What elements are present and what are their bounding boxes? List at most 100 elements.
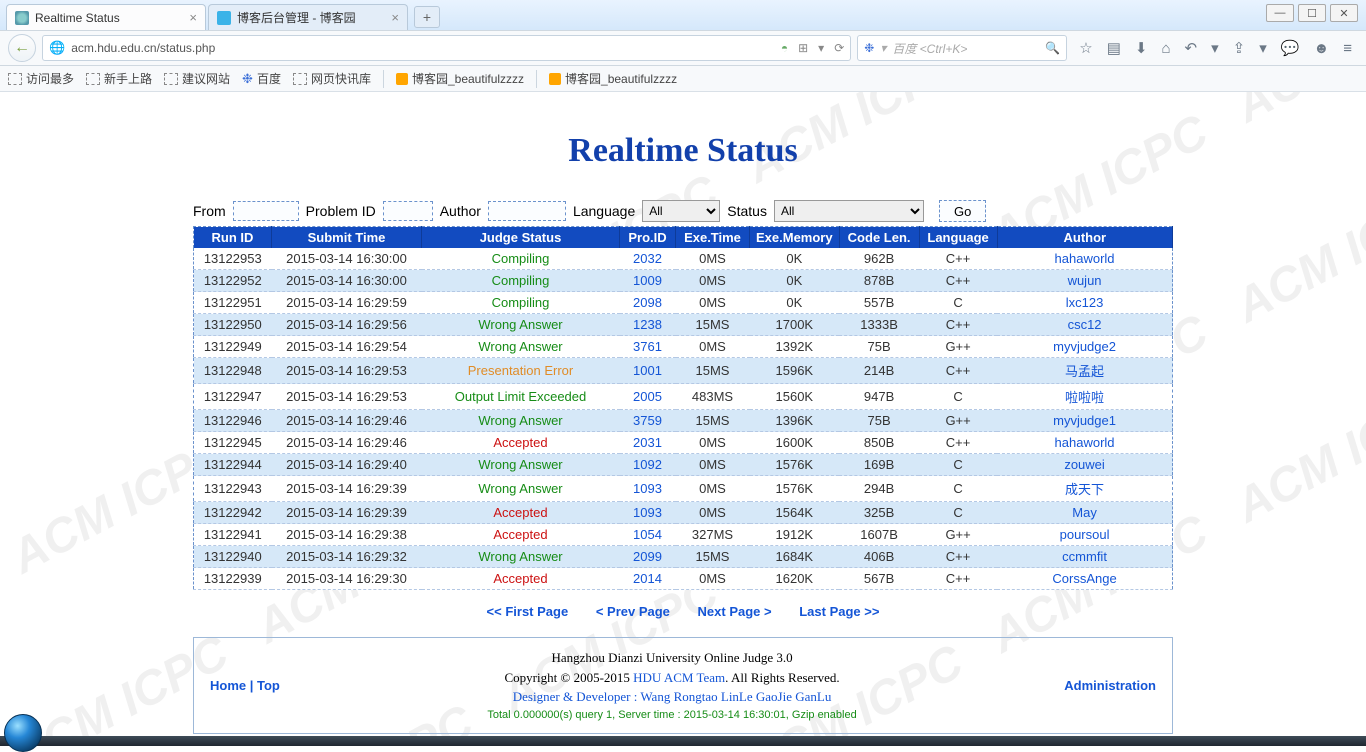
cell-author[interactable]: hahaworld — [997, 432, 1172, 454]
problemid-input[interactable] — [383, 201, 433, 221]
chevron-down-icon[interactable]: ▾ — [1259, 39, 1267, 57]
bookmark-getting-started[interactable]: 新手上路 — [86, 70, 152, 87]
undo-icon[interactable]: ↶ — [1185, 39, 1198, 57]
author-input[interactable] — [488, 201, 566, 221]
cell-author[interactable]: 成天下 — [997, 476, 1172, 502]
menu-icon[interactable]: ≡ — [1343, 40, 1352, 57]
cell-problem-id[interactable]: 2098 — [620, 292, 676, 314]
cell-problem-id[interactable]: 1093 — [620, 476, 676, 502]
tab-cnblogs-admin[interactable]: 博客后台管理 - 博客园 × — [208, 4, 408, 30]
cell-author[interactable]: myvjudge1 — [997, 410, 1172, 432]
back-button[interactable]: ← — [8, 34, 36, 62]
search-box[interactable]: ❉ ▾ 百度 <Ctrl+K> 🔍 — [857, 35, 1067, 61]
cell-problem-id[interactable]: 2005 — [620, 384, 676, 410]
bookmark-cnblogs-1[interactable]: 博客园_beautifulzzzz — [396, 70, 524, 87]
footer-home-link[interactable]: Home | Top — [210, 678, 280, 693]
pager: << First Page < Prev Page Next Page > La… — [193, 590, 1173, 633]
cell-problem-id[interactable]: 2032 — [620, 248, 676, 270]
cell-judge-status: Compiling — [422, 248, 620, 270]
bookmark-most-visited[interactable]: 访问最多 — [8, 70, 74, 87]
language-select[interactable]: All — [642, 200, 720, 222]
tab-realtime-status[interactable]: Realtime Status × — [6, 4, 206, 30]
cell-problem-id[interactable]: 1009 — [620, 270, 676, 292]
cell-author[interactable]: 啦啦啦 — [997, 384, 1172, 410]
readlist-icon[interactable]: ▤ — [1107, 39, 1121, 57]
share-icon[interactable]: ⇪ — [1233, 39, 1246, 57]
home-icon[interactable]: ⌂ — [1161, 40, 1170, 57]
search-icon[interactable]: 🔍 — [1045, 41, 1060, 55]
window-maximize-button[interactable]: ☐ — [1298, 4, 1326, 22]
cell-author[interactable]: hahaworld — [997, 248, 1172, 270]
feedback-icon[interactable]: ☻ — [1313, 40, 1329, 57]
chat-icon[interactable]: 💬 — [1281, 39, 1300, 57]
cell-judge-status: Compiling — [422, 292, 620, 314]
cell-author[interactable]: ccmmfit — [997, 546, 1172, 568]
close-icon[interactable]: × — [189, 10, 197, 25]
go-button[interactable]: Go — [939, 200, 986, 222]
bookmark-suggested[interactable]: 建议网站 — [164, 70, 230, 87]
cell-author[interactable]: poursoul — [997, 524, 1172, 546]
cell-problem-id[interactable]: 1093 — [620, 502, 676, 524]
new-tab-button[interactable]: + — [414, 6, 440, 28]
close-icon[interactable]: × — [391, 10, 399, 25]
separator — [383, 70, 384, 88]
cell-author[interactable]: csc12 — [997, 314, 1172, 336]
cell-language: G++ — [919, 410, 997, 432]
cell-code-len: 1607B — [839, 524, 919, 546]
window-minimize-button[interactable]: — — [1266, 4, 1294, 22]
bookmark-star-icon[interactable]: ☆ — [1079, 39, 1092, 57]
cell-language: C++ — [919, 314, 997, 336]
bookmark-cnblogs-2[interactable]: 博客园_beautifulzzzz — [549, 70, 677, 87]
cell-language: C++ — [919, 568, 997, 590]
dropdown-icon[interactable]: ▾ — [818, 41, 824, 55]
cell-problem-id[interactable]: 3761 — [620, 336, 676, 358]
cell-exe-memory: 1700K — [750, 314, 840, 336]
folder-icon — [8, 73, 22, 85]
cell-submit-time: 2015-03-14 16:29:40 — [272, 454, 422, 476]
chevron-down-icon[interactable]: ▾ — [1211, 39, 1219, 57]
cell-runid: 13122953 — [194, 248, 272, 270]
cell-submit-time: 2015-03-14 16:29:59 — [272, 292, 422, 314]
cell-author[interactable]: wujun — [997, 270, 1172, 292]
cell-problem-id[interactable]: 1238 — [620, 314, 676, 336]
footer-team-link[interactable]: HDU ACM Team — [633, 670, 725, 685]
status-select[interactable]: All — [774, 200, 924, 222]
cell-problem-id[interactable]: 1001 — [620, 358, 676, 384]
first-page-link[interactable]: << First Page — [487, 604, 569, 619]
footer-designer-prefix: Designer & Developer : — [513, 689, 641, 704]
start-button[interactable] — [4, 714, 42, 752]
cell-language: C — [919, 476, 997, 502]
from-input[interactable] — [233, 201, 299, 221]
cell-problem-id[interactable]: 2014 — [620, 568, 676, 590]
downloads-icon[interactable]: ⬇ — [1135, 39, 1148, 57]
grid-icon[interactable]: ⊞ — [798, 41, 808, 55]
cell-exe-time: 0MS — [676, 336, 750, 358]
bookmark-web-snippets[interactable]: 网页快讯库 — [293, 70, 371, 87]
cell-author[interactable]: zouwei — [997, 454, 1172, 476]
window-close-button[interactable]: ✕ — [1330, 4, 1358, 22]
taskbar[interactable] — [0, 736, 1366, 746]
cell-author[interactable]: 马孟起 — [997, 358, 1172, 384]
cell-author[interactable]: lxc123 — [997, 292, 1172, 314]
cell-author[interactable]: CorssAnge — [997, 568, 1172, 590]
cell-problem-id[interactable]: 1054 — [620, 524, 676, 546]
footer-line3: Designer & Developer : Wang Rongtao LinL… — [280, 687, 1064, 707]
reload-button[interactable]: ⟳ — [834, 41, 844, 55]
rss-icon — [549, 73, 561, 85]
prev-page-link[interactable]: < Prev Page — [596, 604, 670, 619]
cell-author[interactable]: myvjudge2 — [997, 336, 1172, 358]
footer-admin-link[interactable]: Administration — [1064, 678, 1156, 693]
header-author: Author — [997, 227, 1172, 249]
cell-author[interactable]: May — [997, 502, 1172, 524]
cell-problem-id[interactable]: 2031 — [620, 432, 676, 454]
url-bar[interactable]: 🌐 acm.hdu.edu.cn/status.php ◓ ⊞ ▾ ⟳ — [42, 35, 851, 61]
next-page-link[interactable]: Next Page > — [698, 604, 772, 619]
last-page-link[interactable]: Last Page >> — [799, 604, 879, 619]
cell-problem-id[interactable]: 2099 — [620, 546, 676, 568]
cell-problem-id[interactable]: 1092 — [620, 454, 676, 476]
bookmark-baidu[interactable]: ❉百度 — [242, 70, 281, 87]
header-exe-memory: Exe.Memory — [750, 227, 840, 249]
cell-problem-id[interactable]: 3759 — [620, 410, 676, 432]
shield-icon[interactable]: ◓ — [781, 41, 788, 55]
cell-exe-time: 0MS — [676, 292, 750, 314]
